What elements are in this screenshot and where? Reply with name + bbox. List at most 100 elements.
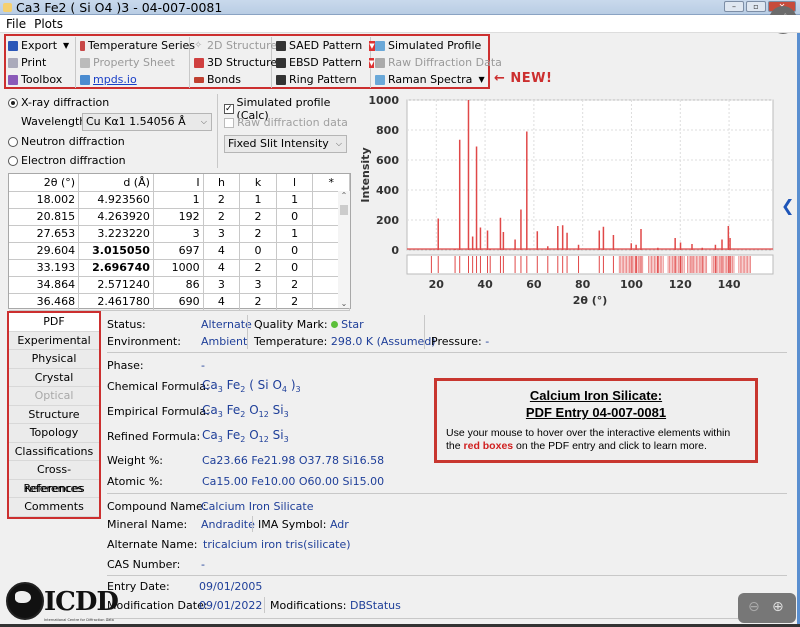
bonds-button[interactable]: Bonds <box>192 71 271 88</box>
nav-item-crystal[interactable]: Crystal <box>9 368 99 387</box>
table-cell: 2 <box>239 225 277 243</box>
nav-item-pdf[interactable]: PDF <box>9 313 99 332</box>
temperature-value[interactable]: 298.0 K (Assumed) <box>331 335 436 348</box>
table-cell: 2.696740 <box>78 259 154 277</box>
pattern-icon <box>276 40 286 51</box>
simulated-profile-button[interactable]: Simulated Profile <box>373 37 488 54</box>
table-cell: 2.571240 <box>78 276 154 294</box>
environment-value[interactable]: Ambient <box>201 335 247 348</box>
status-value[interactable]: Alternate <box>201 318 252 331</box>
table-cell: 0 <box>276 208 314 226</box>
entry-date-value: 09/01/2005 <box>199 580 263 593</box>
table-row[interactable]: 20.815 4.263920 192 2 2 0 <box>9 208 350 226</box>
divider <box>217 94 218 168</box>
wavelength-select[interactable]: Cu Kα1 1.54056 Å ⌵ <box>82 113 212 131</box>
chart-icon <box>375 40 385 51</box>
collapse-panel-icon[interactable]: ❮ <box>781 196 794 215</box>
intensity-mode-select[interactable]: Fixed Slit Intensity ⌵ <box>224 135 347 153</box>
table-row[interactable]: 34.864 2.571240 86 3 3 2 <box>9 276 350 294</box>
nav-item-classifications[interactable]: Classifications <box>9 442 99 461</box>
table-cell: 0 <box>276 242 314 260</box>
table-row[interactable]: 36.468 2.461780 690 4 2 2 <box>9 293 350 311</box>
table-row[interactable]: 27.653 3.223220 3 3 2 1 <box>9 225 350 243</box>
nav-item-experimental[interactable]: Experimental <box>9 331 99 350</box>
column-header[interactable]: * <box>312 174 350 192</box>
toolbar-group-patterns: SAED Pattern ▼ EBSD Pattern ▼ Ring Pattern <box>274 37 375 88</box>
menu-file[interactable]: File <box>0 15 28 33</box>
nav-item-topology[interactable]: Topology <box>9 424 99 443</box>
alternate-name-value[interactable]: tricalcium iron tris(silicate) <box>203 538 351 551</box>
3d-structure-button[interactable]: 3D Structure <box>192 54 277 71</box>
temperature-label: Temperature: <box>254 335 328 348</box>
toolbox-icon <box>8 74 18 85</box>
column-header[interactable]: 2θ (°) <box>9 174 80 192</box>
table-row[interactable]: 33.193 2.696740 1000 4 2 0 <box>9 259 350 277</box>
neutron-radio[interactable]: Neutron diffraction <box>8 135 125 148</box>
refined-formula-value[interactable]: Ca3 Fe2 O12 Si3 <box>202 428 289 444</box>
ebsd-pattern-button[interactable]: EBSD Pattern ▼ <box>274 54 375 71</box>
web-icon <box>80 74 90 85</box>
column-header[interactable]: k <box>239 174 277 192</box>
x-axis-label: 2θ (°) <box>573 294 608 307</box>
temperature-series-button[interactable]: Temperature Series <box>78 37 195 54</box>
empirical-formula-value[interactable]: Ca3 Fe2 O12 Si3 <box>202 403 289 419</box>
nav-item-optical[interactable]: Optical <box>9 387 99 406</box>
scrollbar-thumb[interactable] <box>340 205 348 215</box>
property-sheet-button[interactable]: Property Sheet <box>78 54 189 71</box>
atomic-percent-label: Atomic %: <box>107 475 163 488</box>
raman-spectra-button[interactable]: Raman Spectra ▼ <box>373 71 488 88</box>
document-icon <box>80 57 90 68</box>
nav-item-references[interactable]: References <box>9 479 99 498</box>
toolbar-group-profiles: Simulated Profile Raw Diffraction Data R… <box>373 37 502 88</box>
column-header[interactable]: I <box>153 174 204 192</box>
y-axis-label: Intensity <box>359 147 372 202</box>
crystal-icon <box>194 57 204 68</box>
table-scrollbar[interactable]: ⌃ ⌄ <box>338 191 350 308</box>
chevron-down-icon: ⌵ <box>200 117 207 126</box>
column-header[interactable]: l <box>276 174 314 192</box>
refined-formula-label: Refined Formula: <box>107 430 201 443</box>
column-header[interactable]: d (Å) <box>78 174 154 192</box>
x-tick-label: 120 <box>669 278 692 291</box>
zoom-out-icon[interactable]: ⊖ <box>748 599 760 615</box>
chevron-up-icon[interactable]: ⌃ <box>338 191 350 200</box>
nav-item-structure[interactable]: Structure <box>9 405 99 424</box>
table-cell: 3.223220 <box>78 225 154 243</box>
maximize-button[interactable]: ▫ <box>746 1 766 12</box>
nav-item-physical[interactable]: Physical <box>9 350 99 369</box>
raw-diffraction-data-button[interactable]: Raw Diffraction Data <box>373 54 502 71</box>
modifications-value[interactable]: DBStatus <box>350 599 401 612</box>
globe-icon <box>6 582 44 620</box>
toolbar-group-structure: ✧ 2D Structure 3D Structure Bonds <box>192 37 277 88</box>
toolbox-button[interactable]: Toolbox <box>6 71 75 88</box>
zoom-controls: ⊖ ⊕ <box>738 593 796 623</box>
compound-name-value[interactable]: Calcium Iron Silicate <box>201 500 314 513</box>
quality-value[interactable]: Star <box>341 318 364 331</box>
ima-symbol-value[interactable]: Adr <box>330 518 349 531</box>
raw-data-checkbox[interactable]: Raw diffraction data <box>224 116 348 129</box>
2d-structure-button[interactable]: ✧ 2D Structure <box>192 37 277 54</box>
chevron-down-icon[interactable]: ⌄ <box>338 299 350 308</box>
nav-item-comments[interactable]: Comments <box>9 498 99 517</box>
y-tick-label: 200 <box>376 214 399 227</box>
table-cell: 1 <box>276 191 314 209</box>
table-row[interactable]: 18.002 4.923560 1 2 1 1 <box>9 191 350 209</box>
ring-pattern-button[interactable]: Ring Pattern <box>274 71 370 88</box>
grid-icon <box>375 57 385 68</box>
zoom-in-icon[interactable]: ⊕ <box>772 599 784 615</box>
y-tick-label: 400 <box>376 184 399 197</box>
xray-radio[interactable]: X-ray diffraction <box>8 96 109 109</box>
nav-item-cross-references[interactable]: Cross-references <box>9 461 99 495</box>
print-button[interactable]: Print <box>6 54 75 71</box>
mineral-name-value[interactable]: Andradite <box>201 518 255 531</box>
title-bar: Ca3 Fe2 ( Si O4 )3 - 04-007-0081 – ▫ ✕ <box>0 0 800 15</box>
chemical-formula-value[interactable]: Ca3 Fe2 ( Si O4 )3 <box>202 378 301 394</box>
minimize-button[interactable]: – <box>724 1 744 12</box>
export-button[interactable]: Export ▼ <box>6 37 75 54</box>
column-header[interactable]: h <box>203 174 241 192</box>
menu-plots[interactable]: Plots <box>28 15 65 33</box>
table-row[interactable]: 29.604 3.015050 697 4 0 0 <box>9 242 350 260</box>
saed-pattern-button[interactable]: SAED Pattern ▼ <box>274 37 375 54</box>
electron-radio[interactable]: Electron diffraction <box>8 154 126 167</box>
mpds-link[interactable]: mpds.io <box>78 71 189 88</box>
